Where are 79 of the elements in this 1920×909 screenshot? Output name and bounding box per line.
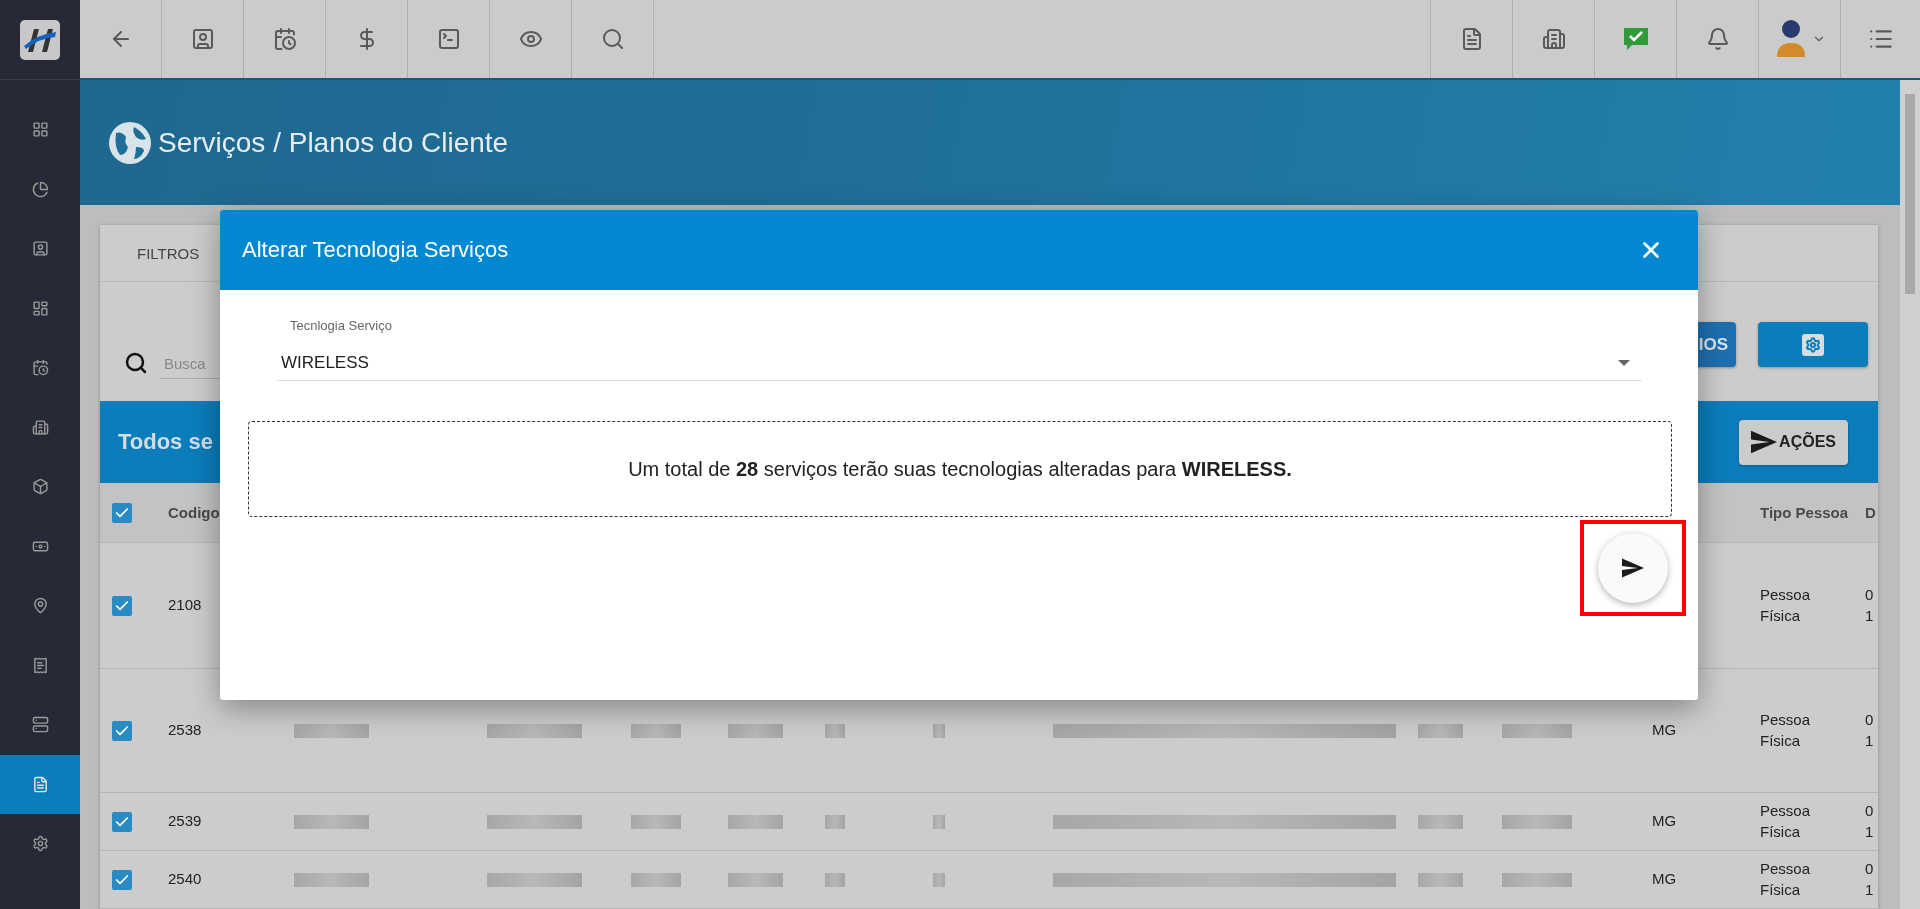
globe-icon xyxy=(108,120,152,165)
checkbox[interactable] xyxy=(112,502,132,523)
redacted-text xyxy=(825,723,845,738)
page-title: Serviços / Planos do Cliente xyxy=(158,126,509,159)
redacted-text xyxy=(631,872,681,887)
redacted-text xyxy=(1502,723,1572,738)
building-icon xyxy=(31,418,49,436)
receipt-icon xyxy=(31,656,49,674)
column-header: D xyxy=(1865,504,1877,521)
redacted-text xyxy=(1502,872,1572,887)
redacted-text xyxy=(933,814,945,829)
table-cell-text: 2108 xyxy=(168,595,203,616)
column-header: Codigo xyxy=(168,504,221,521)
redacted-text xyxy=(1502,814,1572,829)
confirmation-message: Um total de 28 serviços terão suas tecnologias alteradas para WIRELESS. xyxy=(628,457,1292,481)
field-label: Tecnlogia Serviço xyxy=(290,318,393,333)
select-field[interactable]: WIRELESS xyxy=(277,345,1642,381)
settings-icon xyxy=(1805,336,1821,353)
table-cell-text: MG xyxy=(1652,720,1678,741)
table-cell-text: Pessoa Física xyxy=(1760,859,1812,900)
column-header: Tipo Pessoa xyxy=(1760,504,1850,521)
box-icon xyxy=(31,478,49,496)
grid-icon xyxy=(31,121,49,139)
redacted-text xyxy=(728,723,783,738)
redacted-text xyxy=(1418,814,1463,829)
redacted-text xyxy=(825,872,845,887)
table-cell-text: Pessoa Física xyxy=(1760,585,1812,626)
search-icon xyxy=(600,27,625,51)
table-cell-text: Pessoa Física xyxy=(1760,801,1812,842)
redacted-text xyxy=(933,723,945,738)
contact-icon xyxy=(31,240,49,258)
table-title: Todos se xyxy=(118,429,213,455)
sidebar-item[interactable] xyxy=(0,754,80,814)
send-button[interactable] xyxy=(1598,533,1668,603)
checkbox[interactable] xyxy=(112,869,132,890)
settings-icon xyxy=(31,835,49,853)
table-cell-text: 0 1 xyxy=(1865,801,1875,842)
redacted-text xyxy=(1418,872,1463,887)
table-cell-text: 2538 xyxy=(168,720,203,741)
calendar-clock-icon xyxy=(272,27,297,51)
table-cell-text: 2539 xyxy=(168,811,203,832)
table-cell-text: Pessoa Física xyxy=(1760,710,1812,751)
redacted-text xyxy=(631,723,681,738)
pie-chart-icon xyxy=(31,180,49,198)
dialog-title: Alterar Tecnologia Serviços xyxy=(242,237,509,263)
redacted-text xyxy=(631,814,681,829)
building-icon xyxy=(1541,27,1566,51)
table-cell-text: MG xyxy=(1652,811,1678,832)
dashboard-icon xyxy=(31,299,49,317)
redacted-text xyxy=(825,814,845,829)
map-pin-icon xyxy=(31,597,49,615)
redacted-text xyxy=(1418,723,1463,738)
terminal-icon xyxy=(436,27,461,51)
scrollbar[interactable] xyxy=(1900,80,1920,909)
chat-check-icon xyxy=(1621,25,1650,53)
redacted-text xyxy=(728,872,783,887)
caret-icon xyxy=(1618,359,1630,366)
checkbox[interactable] xyxy=(112,720,132,741)
document-icon xyxy=(31,775,49,793)
contact-icon xyxy=(190,27,215,51)
redacted-text xyxy=(728,814,783,829)
calendar-clock-icon xyxy=(31,359,49,377)
filter-tab[interactable]: FILTROS xyxy=(137,244,200,262)
search-icon xyxy=(124,351,148,375)
table-cell-text: 0 1 xyxy=(1865,710,1875,751)
checkbox[interactable] xyxy=(112,811,132,832)
checkbox[interactable] xyxy=(112,595,132,616)
server-icon xyxy=(31,716,49,734)
send-icon xyxy=(1622,557,1644,579)
table-cell-text: 2540 xyxy=(168,869,203,890)
table-cell-text: MG xyxy=(1652,869,1678,890)
bell-icon xyxy=(1705,27,1730,51)
redacted-text xyxy=(933,872,945,887)
actions-button[interactable]: AÇÕES xyxy=(1739,419,1848,465)
logo-icon xyxy=(20,19,60,60)
table-cell-text: 0 1 xyxy=(1865,859,1875,900)
table-cell-text: 0 1 xyxy=(1865,585,1875,626)
settings-button[interactable] xyxy=(1758,322,1868,368)
send-icon xyxy=(1751,429,1778,455)
